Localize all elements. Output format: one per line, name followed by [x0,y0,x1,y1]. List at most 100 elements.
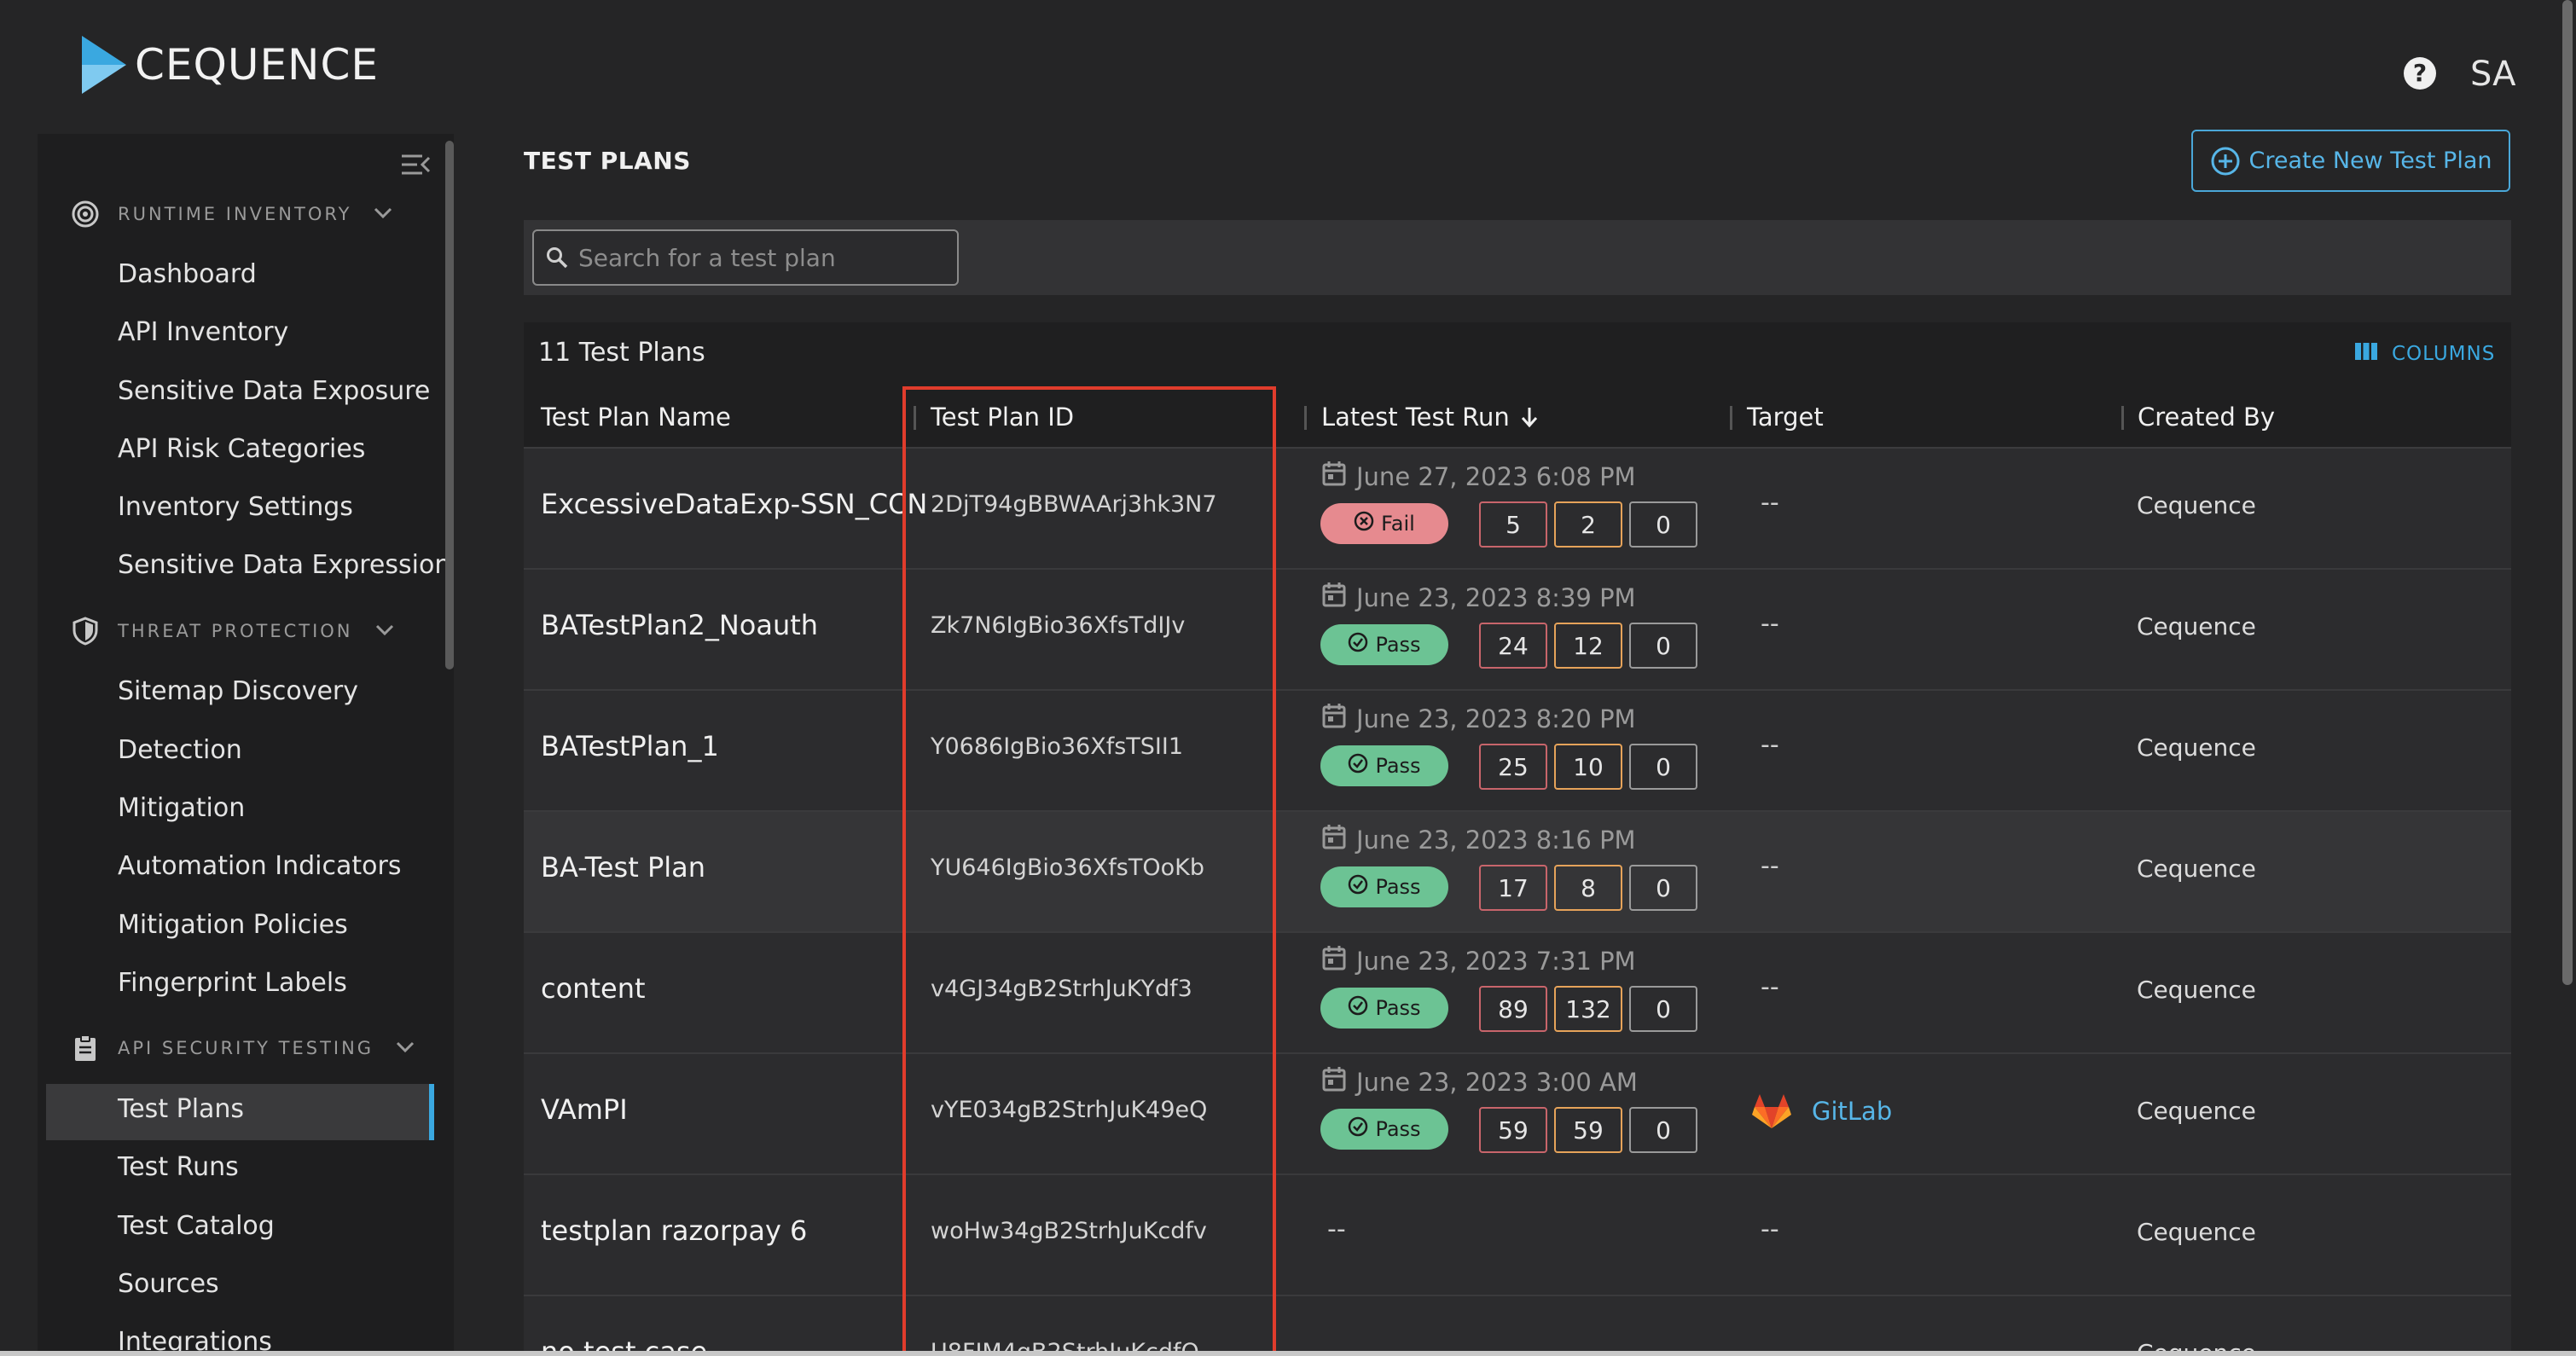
medium-count: 10 [1554,744,1622,790]
table-row[interactable]: VAmPI vYE034gB2StrhJuK49eQ June 23, 2023… [524,1054,2511,1175]
header-created-by[interactable]: Created By [2138,403,2275,432]
table-row[interactable]: ExcessiveDataExp-SSN_CCN 2DjT94gBBWAArj3… [524,449,2511,570]
chevron-down-icon[interactable] [396,1040,415,1057]
test-plans-table: 11 Test Plans COLUMNS Test Plan Name Tes… [524,322,2511,1356]
table-row[interactable]: no test case U8FIM4gB2StrhJuKcdfQ Cequen… [524,1296,2511,1356]
run-date-text: June 27, 2023 6:08 PM [1356,461,1636,491]
table-row[interactable]: content v4GJ34gB2StrhJuKYdf3 June 23, 20… [524,933,2511,1054]
header-latest-test-run-label: Latest Test Run [1321,403,1510,432]
table-row[interactable]: testplan razorpay 6 woHw34gB2StrhJuKcdfv… [524,1175,2511,1296]
run-date-text: June 23, 2023 8:16 PM [1356,825,1636,855]
column-resizer[interactable] [1730,406,1732,430]
header-test-plan-id[interactable]: Test Plan ID [931,403,1074,432]
test-plan-name[interactable]: content [541,972,646,1005]
search-input[interactable] [578,243,954,272]
test-plan-name[interactable]: ExcessiveDataExp-SSN_CCN [541,488,927,520]
page-title: TEST PLANS [524,147,691,175]
status-label: Pass [1375,875,1421,899]
run-date: June 27, 2023 6:08 PM [1322,461,1636,492]
medium-count: 132 [1554,986,1622,1032]
low-count: 0 [1629,1107,1697,1153]
radar-icon [70,199,101,229]
sidebar-item-sensitive-data-exposure[interactable]: Sensitive Data Exposure [118,376,430,406]
run-date: June 23, 2023 8:16 PM [1322,824,1636,855]
test-plan-name[interactable]: BA-Test Plan [541,851,705,884]
table-row[interactable]: BA-Test Plan YU646IgBio36XfsTOoKb June 2… [524,812,2511,933]
calendar-icon [1322,703,1346,734]
columns-button[interactable]: COLUMNS [2354,341,2495,367]
run-date: June 23, 2023 8:20 PM [1322,703,1636,734]
table-row[interactable]: BATestPlan_1 Y0686IgBio36XfsTSII1 June 2… [524,691,2511,812]
status-badge: Pass [1320,745,1448,786]
collapse-sidebar-icon[interactable] [400,151,431,182]
test-plan-name[interactable]: VAmPI [541,1093,628,1126]
column-resizer[interactable] [914,406,916,430]
table-header: Test Plan Name Test Plan ID Latest Test … [524,384,2511,449]
sort-arrow-down-icon[interactable] [1520,406,1539,428]
sidebar-item-sensitive-data-expressions[interactable]: Sensitive Data Expressions [118,550,454,580]
test-plan-id: v4GJ34gB2StrhJuKYdf3 [931,976,1192,1002]
section-runtime-inventory[interactable]: RUNTIME INVENTORY [70,197,392,231]
table-toolbar: 11 Test Plans COLUMNS [524,322,2511,384]
search-field[interactable] [532,229,959,286]
sidebar-scrollbar[interactable] [445,141,454,669]
target-name[interactable]: GitLab [1812,1097,1892,1126]
run-date-text: June 23, 2023 7:31 PM [1356,946,1636,976]
section-threat-protection[interactable]: THREAT PROTECTION [70,614,394,648]
sidebar-item-sources[interactable]: Sources [118,1269,219,1299]
calendar-icon [1322,824,1346,855]
user-avatar[interactable]: SA [2470,55,2516,94]
sidebar-item-sitemap-discovery[interactable]: Sitemap Discovery [118,676,358,706]
help-icon[interactable]: ? [2404,57,2436,90]
sidebar-item-mitigation-policies[interactable]: Mitigation Policies [118,910,348,940]
sidebar-item-api-risk-categories[interactable]: API Risk Categories [118,434,365,464]
header-target[interactable]: Target [1747,403,1824,432]
column-resizer[interactable] [1304,406,1307,430]
cequence-logo[interactable]: CEQUENCE [80,34,379,96]
high-count: 24 [1479,623,1547,669]
target-value: -- [1761,730,1779,760]
high-count: 25 [1479,744,1547,790]
header-latest-test-run[interactable]: Latest Test Run [1321,403,1539,432]
latest-run-empty: -- [1327,1214,1346,1244]
table-row[interactable]: BATestPlan2_Noauth Zk7N6IgBio36XfsTdIJv … [524,570,2511,691]
sidebar-item-fingerprint-labels[interactable]: Fingerprint Labels [118,968,347,998]
column-resizer[interactable] [2121,406,2124,430]
sidebar-item-test-runs[interactable]: Test Runs [118,1152,239,1182]
sidebar-item-test-catalog[interactable]: Test Catalog [118,1211,275,1241]
header-test-plan-name[interactable]: Test Plan Name [541,403,731,432]
status-label: Pass [1375,996,1421,1020]
sidebar: RUNTIME INVENTORY Dashboard API Inventor… [38,134,454,1356]
test-plan-name[interactable]: BATestPlan_1 [541,730,719,762]
check-circle-icon [1348,1116,1368,1142]
sidebar-item-inventory-settings[interactable]: Inventory Settings [118,492,353,522]
status-badge: Pass [1320,1109,1448,1150]
test-plan-name[interactable]: BATestPlan2_Noauth [541,609,818,641]
sidebar-item-test-plans[interactable]: Test Plans [118,1094,244,1124]
created-by: Cequence [2137,491,2256,519]
medium-count: 2 [1554,501,1622,548]
cequence-logo-icon [82,36,126,94]
run-date: June 23, 2023 7:31 PM [1322,945,1636,976]
page-scrollbar[interactable] [2562,0,2573,985]
low-count: 0 [1629,501,1697,548]
sidebar-item-automation-indicators[interactable]: Automation Indicators [118,851,401,881]
sidebar-item-mitigation[interactable]: Mitigation [118,793,245,823]
sidebar-item-detection[interactable]: Detection [118,735,242,765]
test-plan-id: vYE034gB2StrhJuK49eQ [931,1097,1208,1123]
chevron-down-icon[interactable] [375,623,394,640]
test-plan-name[interactable]: testplan razorpay 6 [541,1214,807,1247]
section-label: RUNTIME INVENTORY [118,204,352,224]
check-circle-icon [1348,995,1368,1021]
status-badge: Fail [1320,503,1448,544]
target-link[interactable]: GitLab [1752,1093,1892,1129]
create-test-plan-button[interactable]: Create New Test Plan [2191,130,2510,192]
test-plan-count: 11 Test Plans [538,338,705,368]
created-by: Cequence [2137,1097,2256,1125]
search-icon [546,246,568,269]
section-api-security-testing[interactable]: API SECURITY TESTING [70,1031,415,1065]
chevron-down-icon[interactable] [374,206,392,223]
high-count: 59 [1479,1107,1547,1153]
sidebar-item-api-inventory[interactable]: API Inventory [118,317,288,347]
sidebar-item-dashboard[interactable]: Dashboard [118,259,257,289]
